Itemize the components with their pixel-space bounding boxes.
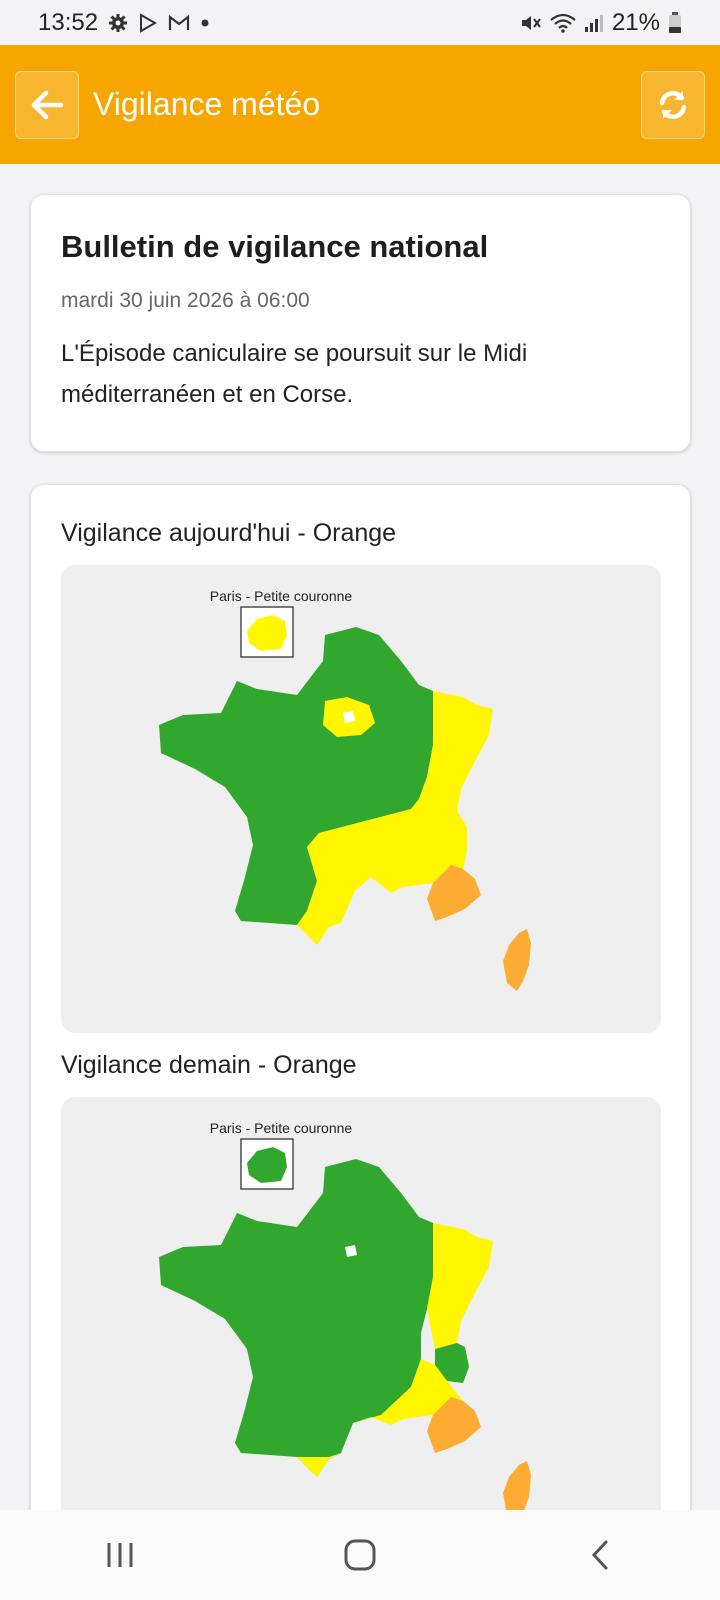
refresh-button[interactable] — [641, 70, 705, 139]
mute-icon — [520, 13, 542, 33]
bulletin-text: L'Épisode caniculaire se poursuit sur le… — [61, 340, 528, 408]
status-time: 13:52 — [38, 8, 99, 36]
gmail-icon — [168, 14, 190, 32]
bulletin-card: Bulletin de vigilance national mardi 30 … — [30, 194, 691, 452]
signal-icon — [584, 13, 604, 33]
notification-dot-icon — [200, 18, 210, 28]
map-tomorrow[interactable]: Paris - Petite couronne — [61, 1097, 661, 1510]
page-title: Vigilance météo — [93, 86, 321, 122]
home-button[interactable] — [320, 1525, 400, 1585]
recent-apps-icon — [107, 1543, 133, 1567]
map-tomorrow-france — [159, 1159, 531, 1510]
map-today[interactable]: Paris - Petite couronne — [61, 565, 661, 1033]
chevron-left-icon — [591, 1540, 608, 1570]
battery-percent: 21% — [611, 8, 660, 36]
wifi-icon — [550, 13, 576, 33]
recent-apps-button[interactable] — [80, 1525, 160, 1585]
content-area[interactable]: Bulletin de vigilance national mardi 30 … — [0, 164, 720, 1510]
play-store-icon — [138, 12, 158, 33]
maps-card: Vigilance aujourd'hui - Orange Paris - P… — [30, 484, 691, 1510]
settings-icon — [108, 13, 128, 33]
battery-icon — [668, 11, 682, 34]
arrow-left-icon — [31, 90, 64, 119]
map-today-france — [159, 627, 531, 991]
status-bar: 13:52 21% — [0, 0, 720, 45]
map-tomorrow-title: Vigilance demain - Orange — [61, 1051, 357, 1079]
map-tomorrow-inset-label: Paris - Petite couronne — [210, 1120, 353, 1136]
system-nav-bar — [0, 1510, 720, 1600]
bulletin-title: Bulletin de vigilance national — [61, 229, 489, 264]
map-today-inset-label: Paris - Petite couronne — [210, 588, 353, 604]
map-today-title: Vigilance aujourd'hui - Orange — [61, 519, 397, 547]
home-icon — [344, 1539, 376, 1571]
back-nav-button[interactable] — [560, 1525, 640, 1585]
back-button[interactable] — [15, 70, 79, 139]
refresh-icon — [659, 90, 687, 119]
app-bar: Vigilance météo — [0, 45, 720, 164]
bulletin-date: mardi 30 juin 2026 à 06:00 — [61, 289, 310, 312]
